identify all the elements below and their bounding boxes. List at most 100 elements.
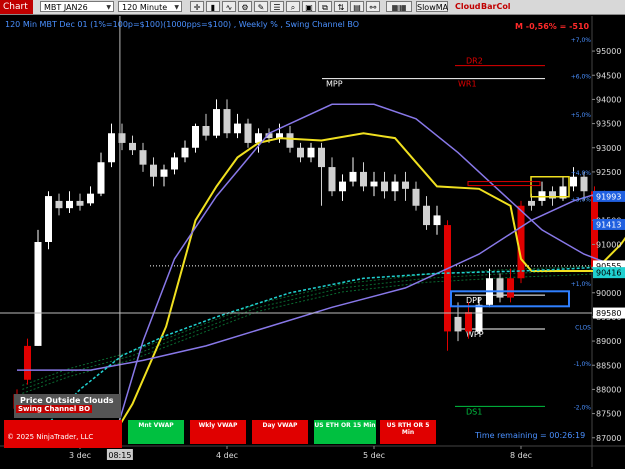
price-tick-label: 95000	[596, 47, 621, 56]
pnl-readout: M -0,56% = -510	[515, 22, 590, 31]
candle-body	[97, 162, 105, 194]
chart-title: 120 Min MBT Dec 01 (1%=100p=$100)(1000pp…	[5, 20, 359, 29]
candle	[97, 152, 105, 197]
indicator-box-day-vwap: Day VWAP	[252, 420, 308, 444]
snapshot-icon: ▣	[305, 3, 313, 12]
candle-body	[45, 196, 52, 242]
candle	[391, 174, 399, 201]
candle	[45, 191, 52, 250]
barcol-button[interactable]: BarCol	[481, 1, 511, 12]
drawing-tools-icon: ✎	[257, 3, 265, 12]
price-tick-label: 91000	[596, 240, 621, 249]
candle-body	[297, 147, 304, 158]
candle	[160, 164, 168, 187]
series-purple	[17, 190, 606, 371]
price-tick-label: 89000	[596, 337, 621, 346]
candle	[129, 135, 136, 155]
candle-body	[87, 193, 94, 204]
indicator-box-wkly-vwap: Wkly VWAP	[190, 420, 246, 444]
signal-box-red	[467, 181, 541, 187]
candle-body	[307, 147, 315, 158]
indicators-icon: ∿	[225, 3, 233, 12]
candle	[370, 171, 378, 197]
indicator-box-us-rth: US RTH OR 5 Min	[380, 420, 436, 444]
candle-body	[423, 205, 430, 226]
candle	[171, 152, 178, 175]
time-tick-label: 5 dec	[363, 451, 385, 460]
percent-label: +6,0%	[571, 73, 592, 80]
cloud-button[interactable]: Cloud	[455, 1, 481, 12]
toolbar-icon-button-8[interactable]: ▣	[302, 1, 316, 12]
chart-trader-icon: ⇅	[337, 3, 345, 12]
time-tick-label: 4 dec	[216, 451, 238, 460]
candle	[297, 142, 304, 163]
toolbar-icon-button-10[interactable]: ⇅	[334, 1, 348, 12]
slowma-button[interactable]: SlowMA	[416, 1, 448, 12]
toolbar-icon-button-6[interactable]: ☰	[270, 1, 284, 12]
candle-body	[234, 123, 241, 134]
instrument-select-value: MBT JAN26	[44, 3, 88, 12]
candle	[507, 268, 514, 303]
zoom-icon: ⌕	[290, 3, 296, 12]
instrument-select[interactable]: MBT JAN26 ▼	[40, 1, 114, 12]
toolbar-icon-button-13[interactable]: ▦▦	[386, 1, 412, 12]
interval-select-value: 120 Minute	[122, 3, 168, 12]
position-badge: Price Outside Clouds Swing Channel BO	[14, 394, 121, 418]
candle	[213, 99, 220, 139]
interval-select[interactable]: 120 Minute ▼	[118, 1, 182, 12]
percent-label: +3,0%	[571, 197, 592, 204]
toolbar-icon-button-12[interactable]: ⚯	[366, 1, 380, 12]
template-icon: ⧉	[322, 3, 328, 12]
price-tick-label: 94000	[596, 95, 621, 104]
candle	[423, 196, 430, 230]
candle-body	[286, 133, 294, 148]
candle	[66, 191, 73, 213]
level-label-ds1: DS1	[466, 407, 482, 416]
candle	[412, 181, 420, 211]
toolbar-icon-button-7[interactable]: ⌕	[286, 1, 300, 12]
candle-body	[244, 123, 252, 143]
toolbar-icon-button-2[interactable]: ▮	[206, 1, 220, 12]
candle	[24, 338, 31, 385]
candle-body	[580, 176, 588, 192]
toolbar-icon-button-1[interactable]: ✛	[190, 1, 204, 12]
candle-body	[55, 200, 63, 209]
indicator-box-us-eth: US ETH OR 15 Min	[314, 420, 376, 444]
candle	[454, 302, 462, 342]
candle	[108, 123, 115, 168]
price-tick-label: 93500	[596, 120, 621, 129]
candle	[276, 123, 283, 143]
toolbar-icon-button-3[interactable]: ∿	[222, 1, 236, 12]
time-tick-label: 3 dec	[69, 451, 91, 460]
price-badge-label: 91413	[596, 220, 621, 229]
toolbar-icon-button-5[interactable]: ✎	[254, 1, 268, 12]
candle-body	[129, 142, 136, 151]
candle-body	[34, 242, 42, 346]
toolbar-icon-button-4[interactable]: ⚙	[238, 1, 252, 12]
price-tick-label: 88000	[596, 385, 621, 394]
price-tick-label: 93000	[596, 144, 621, 153]
percent-label: +4,0%	[571, 170, 592, 177]
time-tick-label: 8 dec	[510, 451, 532, 460]
price-tick-label: 90000	[596, 289, 621, 298]
level-label-wr1: WR1	[458, 80, 477, 89]
candle	[444, 220, 451, 351]
toolbar-icon-button-11[interactable]: ▤	[350, 1, 364, 12]
candle	[381, 171, 388, 199]
tab-chart[interactable]: Chart	[0, 0, 33, 14]
candle-body	[24, 345, 31, 380]
indicator-box-label: US ETH OR 15 Min	[314, 422, 376, 429]
time-axis: 3 dec 4 dec 5 dec 8 dec 08:15	[69, 446, 532, 460]
candle-body	[139, 150, 147, 165]
strategies-icon: ⚙	[241, 3, 249, 12]
candle-body	[223, 109, 231, 134]
candle-body	[433, 215, 441, 226]
chevron-down-icon: ▼	[106, 4, 111, 11]
candle-body	[475, 304, 483, 332]
indicator-box-mnt-vwap: Mnt VWAP	[128, 420, 184, 444]
candle-body	[349, 171, 357, 182]
price-tick-label: 92500	[596, 168, 621, 177]
price-badge-label: 90416	[596, 269, 621, 278]
toolbar-icon-button-9[interactable]: ⧉	[318, 1, 332, 12]
candle	[318, 142, 325, 206]
